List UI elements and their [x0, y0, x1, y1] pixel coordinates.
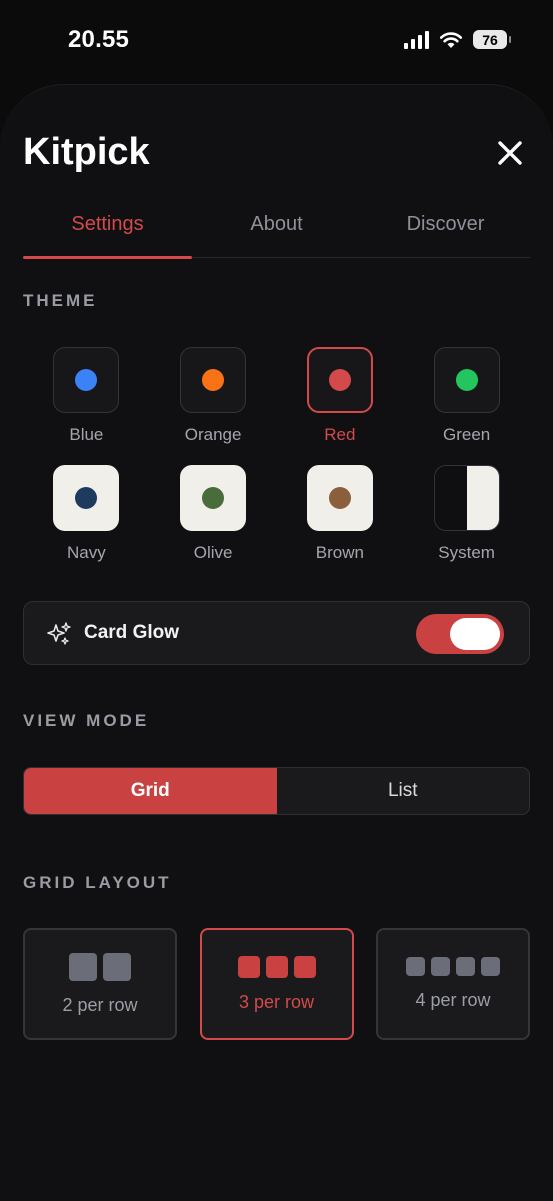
color-dot [202, 369, 225, 391]
view-mode-section-title: VIEW MODE [23, 711, 150, 730]
theme-swatch[interactable] [306, 347, 373, 413]
card-glow-toggle[interactable] [416, 614, 504, 654]
layout-option-2-per-row[interactable]: 2 per row [23, 928, 177, 1040]
theme-label: Olive [193, 543, 233, 562]
theme-option-orange[interactable]: Orange [150, 347, 277, 445]
system-dark-half [434, 466, 467, 530]
theme-option-red[interactable]: Red [277, 347, 404, 445]
theme-option-system[interactable]: System [403, 465, 530, 563]
theme-swatch[interactable] [306, 465, 373, 531]
status-icons: 76 [404, 30, 511, 49]
layout-option-4-per-row[interactable]: 4 per row [376, 928, 530, 1040]
color-dot [328, 487, 351, 509]
theme-section-title: THEME [23, 291, 98, 310]
theme-label: Green [443, 425, 491, 444]
view-mode-grid-button[interactable]: Grid [24, 768, 277, 814]
theme-swatch[interactable] [433, 465, 500, 531]
theme-swatch[interactable] [53, 465, 120, 531]
theme-swatch[interactable] [433, 347, 500, 413]
theme-option-green[interactable]: Green [403, 347, 530, 445]
theme-label: Blue [69, 425, 104, 444]
color-dot [202, 487, 225, 509]
layout-label: 4 per row [415, 990, 491, 1010]
layout-label: 2 per row [62, 994, 138, 1015]
sparkles-icon [47, 622, 71, 645]
grid-layout-section-title: GRID LAYOUT [23, 873, 172, 892]
tab-discover[interactable]: Discover [361, 203, 530, 257]
cellular-signal-icon [404, 30, 429, 49]
tab-settings[interactable]: Settings [23, 203, 192, 259]
status-time: 20.55 [68, 26, 130, 53]
layout-label: 3 per row [238, 991, 315, 1012]
toggle-knob [450, 618, 500, 650]
theme-grid: Blue Orange Red Green Navy Olive Brown S… [23, 347, 530, 563]
theme-label: Orange [184, 425, 242, 444]
theme-swatch[interactable] [180, 465, 247, 531]
layout-option-3-per-row[interactable]: 3 per row [199, 928, 354, 1040]
close-icon[interactable] [492, 135, 528, 171]
theme-swatch[interactable] [53, 347, 120, 413]
color-dot [455, 369, 478, 391]
theme-option-brown[interactable]: Brown [277, 465, 404, 563]
color-dot [75, 369, 98, 391]
layout-preview-icon [406, 957, 500, 976]
theme-label: Red [324, 425, 356, 444]
theme-swatch[interactable] [180, 347, 247, 413]
tab-about[interactable]: About [192, 203, 361, 257]
app-title: Kitpick [23, 131, 150, 173]
wifi-icon [439, 31, 463, 48]
theme-option-olive[interactable]: Olive [150, 465, 277, 563]
view-mode-toggle: Grid List [23, 767, 530, 815]
system-light-half [466, 466, 499, 530]
tab-bar: Settings About Discover [23, 203, 530, 259]
theme-option-blue[interactable]: Blue [23, 347, 150, 445]
card-glow-label: Card Glow [84, 622, 180, 643]
card-glow-setting: Card Glow [23, 601, 530, 665]
color-dot [328, 369, 351, 391]
layout-preview-icon [69, 952, 131, 981]
theme-label: System [438, 543, 495, 562]
theme-label: Brown [315, 543, 364, 562]
view-mode-list-button[interactable]: List [277, 768, 530, 814]
battery-icon: 76 [473, 30, 511, 49]
grid-layout-options: 2 per row 3 per row 4 per row [23, 928, 530, 1040]
color-dot [75, 487, 98, 509]
theme-label: Navy [67, 543, 106, 562]
theme-option-navy[interactable]: Navy [23, 465, 150, 563]
status-bar: 20.55 76 [0, 0, 553, 84]
settings-sheet: Kitpick Settings About Discover THEME Bl… [0, 84, 553, 1201]
layout-preview-icon [237, 955, 316, 978]
